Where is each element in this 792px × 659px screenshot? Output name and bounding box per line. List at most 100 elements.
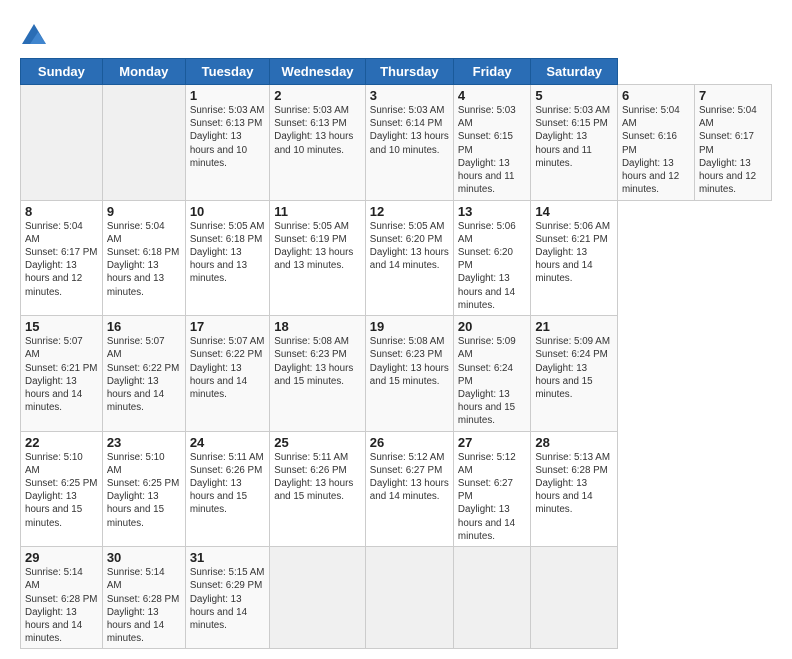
day-number: 18 <box>274 319 361 334</box>
calendar-cell: 26Sunrise: 5:12 AMSunset: 6:27 PMDayligh… <box>365 431 453 547</box>
calendar-cell: 6Sunrise: 5:04 AMSunset: 6:16 PMDaylight… <box>617 85 694 201</box>
page: SundayMondayTuesdayWednesdayThursdayFrid… <box>0 0 792 659</box>
calendar-cell: 16Sunrise: 5:07 AMSunset: 6:22 PMDayligh… <box>102 316 185 432</box>
day-number: 1 <box>190 88 265 103</box>
calendar-cell: 7Sunrise: 5:04 AMSunset: 6:17 PMDaylight… <box>694 85 771 201</box>
day-info: Sunrise: 5:07 AMSunset: 6:22 PMDaylight:… <box>107 335 181 414</box>
day-info: Sunrise: 5:14 AMSunset: 6:28 PMDaylight:… <box>25 566 98 645</box>
day-number: 3 <box>370 88 449 103</box>
calendar-week-row: 29Sunrise: 5:14 AMSunset: 6:28 PMDayligh… <box>21 547 772 649</box>
day-of-week-header: Sunday <box>21 59 103 85</box>
day-number: 9 <box>107 204 181 219</box>
day-info: Sunrise: 5:07 AMSunset: 6:21 PMDaylight:… <box>25 335 98 414</box>
calendar-cell <box>453 547 530 649</box>
calendar-cell: 29Sunrise: 5:14 AMSunset: 6:28 PMDayligh… <box>21 547 103 649</box>
day-number: 17 <box>190 319 265 334</box>
calendar-cell: 19Sunrise: 5:08 AMSunset: 6:23 PMDayligh… <box>365 316 453 432</box>
day-info: Sunrise: 5:10 AMSunset: 6:25 PMDaylight:… <box>107 451 181 530</box>
calendar-header: SundayMondayTuesdayWednesdayThursdayFrid… <box>21 59 772 85</box>
day-info: Sunrise: 5:03 AMSunset: 6:13 PMDaylight:… <box>190 104 265 170</box>
day-of-week-header: Monday <box>102 59 185 85</box>
day-number: 24 <box>190 435 265 450</box>
day-info: Sunrise: 5:11 AMSunset: 6:26 PMDaylight:… <box>190 451 265 517</box>
day-info: Sunrise: 5:13 AMSunset: 6:28 PMDaylight:… <box>535 451 613 517</box>
calendar-cell: 13Sunrise: 5:06 AMSunset: 6:20 PMDayligh… <box>453 200 530 316</box>
day-number: 7 <box>699 88 767 103</box>
calendar-cell: 5Sunrise: 5:03 AMSunset: 6:15 PMDaylight… <box>531 85 618 201</box>
calendar-cell: 28Sunrise: 5:13 AMSunset: 6:28 PMDayligh… <box>531 431 618 547</box>
day-info: Sunrise: 5:04 AMSunset: 6:18 PMDaylight:… <box>107 220 181 299</box>
header <box>20 18 772 50</box>
day-info: Sunrise: 5:12 AMSunset: 6:27 PMDaylight:… <box>458 451 526 544</box>
day-info: Sunrise: 5:03 AMSunset: 6:15 PMDaylight:… <box>535 104 613 170</box>
calendar-cell: 14Sunrise: 5:06 AMSunset: 6:21 PMDayligh… <box>531 200 618 316</box>
day-of-week-header: Wednesday <box>270 59 366 85</box>
calendar-cell: 18Sunrise: 5:08 AMSunset: 6:23 PMDayligh… <box>270 316 366 432</box>
day-info: Sunrise: 5:06 AMSunset: 6:21 PMDaylight:… <box>535 220 613 286</box>
calendar-cell: 25Sunrise: 5:11 AMSunset: 6:26 PMDayligh… <box>270 431 366 547</box>
day-number: 2 <box>274 88 361 103</box>
day-info: Sunrise: 5:03 AMSunset: 6:14 PMDaylight:… <box>370 104 449 157</box>
day-info: Sunrise: 5:08 AMSunset: 6:23 PMDaylight:… <box>274 335 361 388</box>
calendar-cell: 23Sunrise: 5:10 AMSunset: 6:25 PMDayligh… <box>102 431 185 547</box>
calendar-cell: 30Sunrise: 5:14 AMSunset: 6:28 PMDayligh… <box>102 547 185 649</box>
day-number: 10 <box>190 204 265 219</box>
day-number: 4 <box>458 88 526 103</box>
day-info: Sunrise: 5:05 AMSunset: 6:20 PMDaylight:… <box>370 220 449 273</box>
day-number: 6 <box>622 88 690 103</box>
day-number: 12 <box>370 204 449 219</box>
calendar-week-row: 15Sunrise: 5:07 AMSunset: 6:21 PMDayligh… <box>21 316 772 432</box>
calendar-cell: 22Sunrise: 5:10 AMSunset: 6:25 PMDayligh… <box>21 431 103 547</box>
day-of-week-header: Thursday <box>365 59 453 85</box>
calendar-cell <box>270 547 366 649</box>
day-info: Sunrise: 5:06 AMSunset: 6:20 PMDaylight:… <box>458 220 526 313</box>
day-info: Sunrise: 5:07 AMSunset: 6:22 PMDaylight:… <box>190 335 265 401</box>
day-info: Sunrise: 5:10 AMSunset: 6:25 PMDaylight:… <box>25 451 98 530</box>
day-of-week-header: Friday <box>453 59 530 85</box>
calendar-cell: 20Sunrise: 5:09 AMSunset: 6:24 PMDayligh… <box>453 316 530 432</box>
calendar-cell: 11Sunrise: 5:05 AMSunset: 6:19 PMDayligh… <box>270 200 366 316</box>
calendar-cell: 8Sunrise: 5:04 AMSunset: 6:17 PMDaylight… <box>21 200 103 316</box>
day-info: Sunrise: 5:03 AMSunset: 6:13 PMDaylight:… <box>274 104 361 157</box>
calendar-table: SundayMondayTuesdayWednesdayThursdayFrid… <box>20 58 772 649</box>
day-number: 25 <box>274 435 361 450</box>
day-number: 23 <box>107 435 181 450</box>
day-number: 13 <box>458 204 526 219</box>
day-number: 8 <box>25 204 98 219</box>
calendar-cell <box>102 85 185 201</box>
calendar-week-row: 8Sunrise: 5:04 AMSunset: 6:17 PMDaylight… <box>21 200 772 316</box>
day-number: 20 <box>458 319 526 334</box>
day-info: Sunrise: 5:09 AMSunset: 6:24 PMDaylight:… <box>535 335 613 401</box>
day-number: 5 <box>535 88 613 103</box>
day-number: 27 <box>458 435 526 450</box>
day-number: 19 <box>370 319 449 334</box>
day-info: Sunrise: 5:04 AMSunset: 6:17 PMDaylight:… <box>25 220 98 299</box>
day-number: 31 <box>190 550 265 565</box>
calendar-cell: 10Sunrise: 5:05 AMSunset: 6:18 PMDayligh… <box>185 200 269 316</box>
day-info: Sunrise: 5:08 AMSunset: 6:23 PMDaylight:… <box>370 335 449 388</box>
day-info: Sunrise: 5:05 AMSunset: 6:18 PMDaylight:… <box>190 220 265 286</box>
day-number: 21 <box>535 319 613 334</box>
calendar-cell: 27Sunrise: 5:12 AMSunset: 6:27 PMDayligh… <box>453 431 530 547</box>
day-number: 30 <box>107 550 181 565</box>
day-number: 15 <box>25 319 98 334</box>
day-number: 16 <box>107 319 181 334</box>
day-number: 29 <box>25 550 98 565</box>
day-of-week-header: Saturday <box>531 59 618 85</box>
calendar-cell: 24Sunrise: 5:11 AMSunset: 6:26 PMDayligh… <box>185 431 269 547</box>
day-number: 26 <box>370 435 449 450</box>
calendar-cell: 4Sunrise: 5:03 AMSunset: 6:15 PMDaylight… <box>453 85 530 201</box>
day-number: 28 <box>535 435 613 450</box>
calendar-cell <box>365 547 453 649</box>
calendar-cell: 21Sunrise: 5:09 AMSunset: 6:24 PMDayligh… <box>531 316 618 432</box>
day-info: Sunrise: 5:12 AMSunset: 6:27 PMDaylight:… <box>370 451 449 504</box>
day-info: Sunrise: 5:05 AMSunset: 6:19 PMDaylight:… <box>274 220 361 273</box>
calendar-body: 1Sunrise: 5:03 AMSunset: 6:13 PMDaylight… <box>21 85 772 649</box>
calendar-cell: 17Sunrise: 5:07 AMSunset: 6:22 PMDayligh… <box>185 316 269 432</box>
calendar-cell <box>21 85 103 201</box>
day-info: Sunrise: 5:04 AMSunset: 6:16 PMDaylight:… <box>622 104 690 197</box>
day-of-week-header: Tuesday <box>185 59 269 85</box>
day-info: Sunrise: 5:03 AMSunset: 6:15 PMDaylight:… <box>458 104 526 197</box>
calendar-cell: 15Sunrise: 5:07 AMSunset: 6:21 PMDayligh… <box>21 316 103 432</box>
logo-icon <box>20 22 48 50</box>
